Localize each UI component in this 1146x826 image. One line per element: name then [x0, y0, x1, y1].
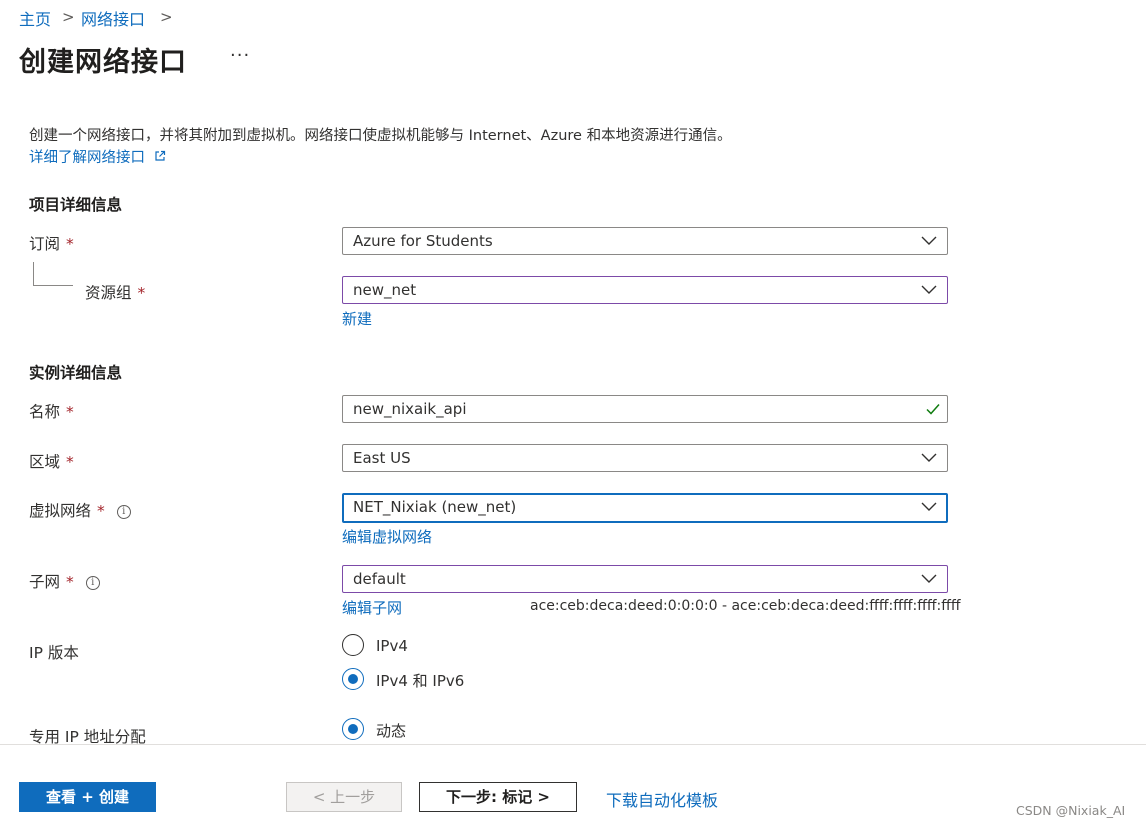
name-label: 名称 *: [29, 400, 74, 422]
tree-connector: [33, 262, 34, 286]
watermark: CSDN @Nixiak_AI: [1016, 803, 1126, 818]
learn-more-label: 详细了解网络接口: [29, 150, 145, 166]
edit-virtual-network-link[interactable]: 编辑虚拟网络: [342, 526, 432, 547]
chevron-down-icon: [921, 502, 937, 511]
breadcrumb-chevron-icon: >: [160, 8, 173, 26]
name-value: new_nixaik_api: [353, 400, 467, 418]
subscription-label: 订阅 *: [29, 232, 74, 254]
more-options-icon[interactable]: ···: [230, 45, 250, 66]
private-ip-radio-dynamic[interactable]: [342, 718, 364, 740]
ip-version-radio-ipv4[interactable]: [342, 634, 364, 656]
chevron-down-icon: [921, 574, 937, 583]
region-label-text: 区域: [29, 453, 61, 471]
subnet-dropdown[interactable]: default: [342, 565, 948, 593]
info-icon[interactable]: i: [116, 505, 131, 519]
resource-group-dropdown[interactable]: new_net: [342, 276, 948, 304]
breadcrumb-chevron-icon: >: [62, 8, 75, 26]
name-label-text: 名称: [29, 403, 61, 421]
ip-version-option-label: IPv4: [376, 637, 408, 655]
virtual-network-dropdown[interactable]: NET_Nixiak (new_net): [342, 493, 948, 523]
subscription-dropdown[interactable]: Azure for Students: [342, 227, 948, 255]
breadcrumb-network-interfaces[interactable]: 网络接口: [81, 6, 145, 30]
page-description: 创建一个网络接口，并将其附加到虚拟机。网络接口使虚拟机能够与 Internet、…: [29, 128, 732, 144]
section-project-details: 项目详细信息: [29, 196, 123, 214]
region-value: East US: [353, 449, 411, 467]
subscription-label-text: 订阅: [29, 235, 61, 253]
section-instance-details: 实例详细信息: [29, 364, 123, 382]
required-marker: *: [97, 502, 105, 520]
page-title: 创建网络接口: [19, 47, 187, 78]
virtual-network-value: NET_Nixiak (new_net): [353, 498, 517, 516]
subscription-value: Azure for Students: [353, 232, 493, 250]
required-marker: *: [66, 573, 74, 591]
region-label: 区域 *: [29, 450, 74, 472]
edit-subnet-link[interactable]: 编辑子网: [342, 597, 402, 618]
required-marker: *: [137, 284, 146, 302]
required-marker: *: [66, 235, 74, 253]
learn-more-link[interactable]: 详细了解网络接口: [29, 146, 166, 167]
subnet-value: default: [353, 570, 406, 588]
next-tags-button[interactable]: 下一步: 标记 >: [419, 782, 577, 812]
private-ip-option-label: 动态: [376, 722, 407, 740]
chevron-down-icon: [921, 453, 937, 462]
footer-divider: [0, 744, 1146, 745]
info-icon[interactable]: i: [85, 576, 100, 590]
required-marker: *: [66, 403, 74, 421]
chevron-down-icon: [921, 236, 937, 245]
ip-version-label: IP 版本: [29, 644, 79, 662]
chevron-down-icon: [921, 285, 937, 294]
virtual-network-label: 虚拟网络 * i: [29, 499, 131, 521]
previous-button[interactable]: < 上一步: [286, 782, 402, 812]
create-new-resource-group-link[interactable]: 新建: [342, 308, 372, 329]
resource-group-value: new_net: [353, 281, 417, 299]
name-input[interactable]: new_nixaik_api: [342, 395, 948, 423]
external-link-icon: [155, 150, 165, 161]
region-dropdown[interactable]: East US: [342, 444, 948, 472]
subnet-label-text: 子网: [29, 573, 61, 591]
checkmark-icon: [926, 404, 940, 415]
virtual-network-label-text: 虚拟网络: [29, 502, 92, 520]
required-marker: *: [66, 453, 74, 471]
review-create-button[interactable]: 查看 + 创建: [19, 782, 156, 812]
tree-connector: [33, 285, 73, 286]
breadcrumb-home[interactable]: 主页: [19, 6, 51, 30]
resource-group-label: 资源组 *: [85, 281, 145, 303]
resource-group-label-text: 资源组: [85, 284, 132, 302]
subnet-label: 子网 * i: [29, 570, 100, 592]
ip-version-option-label: IPv4 和 IPv6: [376, 672, 465, 690]
download-template-link[interactable]: 下载自动化模板: [606, 787, 718, 811]
ip-version-radio-ipv4-ipv6[interactable]: [342, 668, 364, 690]
subnet-address-range: ace:ceb:deca:deed:0:0:0:0 - ace:ceb:deca…: [530, 598, 961, 614]
